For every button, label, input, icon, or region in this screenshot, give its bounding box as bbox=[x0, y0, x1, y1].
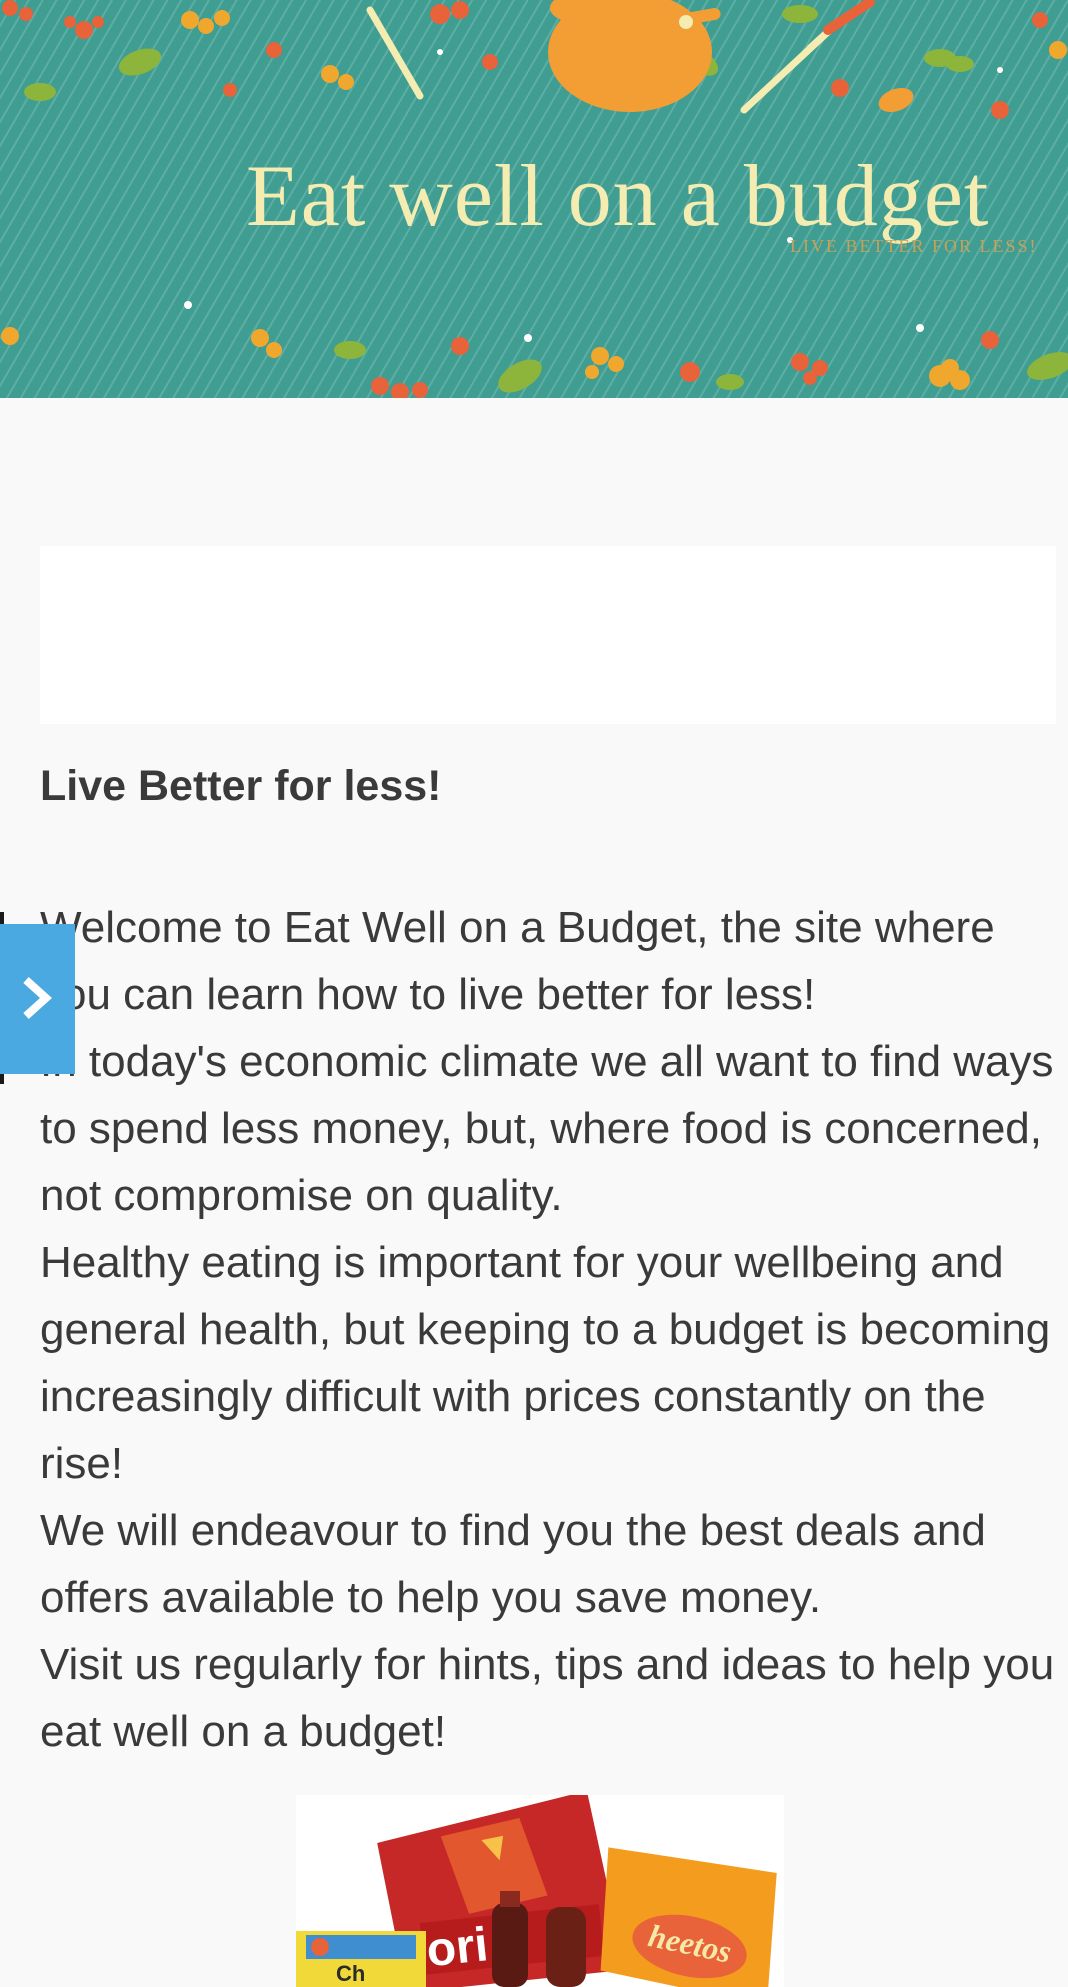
post-heading: Live Better for less! bbox=[40, 762, 442, 810]
site-title[interactable]: Eat well on a budget bbox=[246, 146, 989, 247]
snack-illustration: ori heetos Ch bbox=[296, 1795, 777, 1987]
chevron-right-icon bbox=[23, 977, 52, 1019]
post-paragraph: Healthy eating is important for your wel… bbox=[40, 1238, 1051, 1488]
snack-products-image: ori heetos Ch bbox=[296, 1795, 784, 1987]
site-tagline: LIVE BETTER FOR LESS! bbox=[790, 236, 1038, 256]
post-paragraph: We will endeavour to find you the best d… bbox=[40, 1506, 986, 1622]
post-paragraph: Welcome to Eat Well on a Budget, the sit… bbox=[40, 903, 995, 1019]
svg-text:ori: ori bbox=[424, 1918, 491, 1977]
post-body: Welcome to Eat Well on a Budget, the sit… bbox=[40, 894, 1060, 1765]
post-paragraph: In today's economic climate we all want … bbox=[40, 1037, 1054, 1220]
post-paragraph: Visit us regularly for hints, tips and i… bbox=[40, 1640, 1055, 1756]
sidebar-toggle-button[interactable] bbox=[0, 924, 75, 1074]
svg-text:Ch: Ch bbox=[336, 1961, 365, 1986]
header-banner[interactable]: Eat well on a budget LIVE BETTER FOR LES… bbox=[0, 0, 1068, 398]
ad-placeholder bbox=[40, 546, 1056, 724]
